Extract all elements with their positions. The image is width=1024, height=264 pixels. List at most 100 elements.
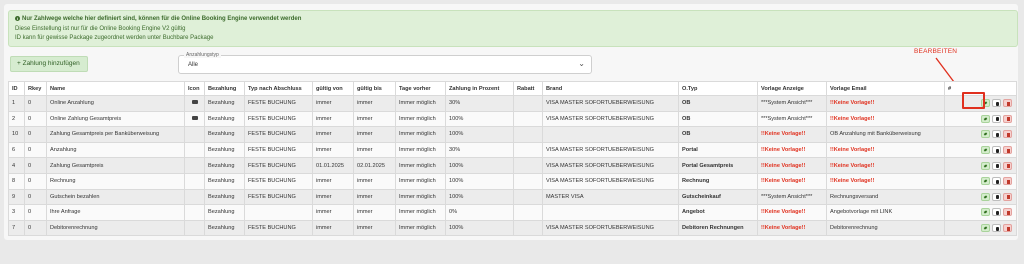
cell-otyp: OB: [678, 126, 758, 143]
edit-button[interactable]: [981, 130, 990, 139]
edit-button[interactable]: [981, 192, 990, 201]
cell-brand: VISA MASTER SOFORTUEBERWEISUNG: [542, 95, 679, 112]
copy-button[interactable]: [992, 192, 1001, 201]
column-header[interactable]: Name: [46, 81, 185, 96]
copy-button[interactable]: [992, 177, 1001, 186]
column-header[interactable]: Typ nach Abschluss: [244, 81, 313, 96]
copy-button[interactable]: [992, 99, 1001, 108]
edit-button[interactable]: [981, 208, 990, 217]
column-header[interactable]: Zahlung in Prozent: [445, 81, 514, 96]
cell-rabatt: [513, 204, 543, 221]
cell-bis: immer: [353, 188, 396, 206]
table-row[interactable]: 10 0 Zahlung Gesamtpreis per Banküberweisu…: [8, 126, 1017, 143]
table-header-row: ID Rkey Name Icon Bezahlung Typ nach Abschlus…: [8, 81, 1017, 96]
cell-bezahlung: Bezahlung: [204, 110, 245, 128]
cell-tage: Immer möglich: [395, 204, 446, 221]
cell-email: Rechnungsversand: [826, 188, 945, 206]
cell-rkey: 0: [24, 219, 47, 237]
table-row[interactable]: 9 0 Gutschein bezahlen Bezahlung FESTE BUCHU…: [8, 188, 1017, 206]
delete-button[interactable]: [1003, 146, 1012, 155]
column-header[interactable]: Icon: [184, 81, 205, 96]
table-row[interactable]: 6 0 Anzahlung Bezahlung FESTE BUCHUNG immer im…: [8, 141, 1017, 159]
copy-button[interactable]: [992, 208, 1001, 217]
edit-button[interactable]: [981, 146, 990, 155]
delete-button[interactable]: [1003, 177, 1012, 186]
annotation-label: BEARBEITEN: [914, 48, 958, 55]
column-header[interactable]: ID: [8, 81, 25, 96]
row-actions: [944, 110, 1017, 128]
cell-von: immer: [312, 141, 354, 159]
edit-button[interactable]: [981, 114, 990, 123]
column-header[interactable]: Tage vorher: [395, 81, 446, 96]
column-header[interactable]: gültig von: [312, 81, 354, 96]
cell-prozent: 30%: [445, 95, 514, 112]
column-header[interactable]: Bezahlung: [204, 81, 245, 96]
edit-button[interactable]: [981, 224, 990, 233]
table-row[interactable]: 7 0 Debitorenrechnung Bezahlung FESTE BUCHUN…: [8, 219, 1017, 237]
copy-button[interactable]: [992, 161, 1001, 170]
cell-email: !!Keine Vorlage!!: [826, 110, 945, 128]
column-header[interactable]: Rabatt: [513, 81, 543, 96]
cell-rabatt: [513, 172, 543, 190]
table-row[interactable]: 8 0 Rechnung Bezahlung FESTE BUCHUNG immer imm…: [8, 172, 1017, 190]
payment-type-select[interactable]: Anzahlungstyp Alle ⌄: [178, 52, 592, 74]
delete-button[interactable]: [1003, 224, 1012, 233]
cell-brand: [542, 204, 679, 221]
copy-button[interactable]: [992, 224, 1001, 233]
delete-button[interactable]: [1003, 161, 1012, 170]
cell-name: Ihre Anfrage: [46, 204, 185, 221]
cell-typ: FESTE BUCHUNG: [244, 110, 313, 128]
cell-rkey: 0: [24, 110, 47, 128]
cell-otyp: Rechnung: [678, 172, 758, 190]
delete-button[interactable]: [1003, 192, 1012, 201]
delete-button[interactable]: [1003, 130, 1012, 139]
delete-button[interactable]: [1003, 99, 1012, 108]
cell-prozent: 100%: [445, 219, 514, 237]
row-actions: [944, 157, 1017, 174]
edit-button[interactable]: [981, 161, 990, 170]
add-payment-button[interactable]: + Zahlung hinzufügen: [10, 56, 88, 72]
table-row[interactable]: 3 0 Ihre Anfrage Bezahlung immer immer Immer m…: [8, 204, 1017, 221]
chevron-down-icon: ⌄: [578, 59, 585, 68]
cell-bezahlung: Bezahlung: [204, 172, 245, 190]
payment-type-label: Anzahlungstyp: [184, 52, 221, 58]
copy-button[interactable]: [992, 114, 1001, 123]
cell-rabatt: [513, 110, 543, 128]
cell-rkey: 0: [24, 126, 47, 143]
copy-button[interactable]: [992, 130, 1001, 139]
table-row[interactable]: 1 0 Online Anzahlung Bezahlung FESTE BUCHUNG…: [8, 95, 1017, 112]
column-header[interactable]: Vorlage Anzeige: [757, 81, 827, 96]
cell-prozent: 100%: [445, 110, 514, 128]
cell-name: Anzahlung: [46, 141, 185, 159]
cell-email: Angebotvorlage mit LINK: [826, 204, 945, 221]
cell-rabatt: [513, 188, 543, 206]
row-actions: [944, 141, 1017, 159]
cell-prozent: 30%: [445, 141, 514, 159]
icon-cell: [184, 188, 205, 206]
icon-cell: [184, 157, 205, 174]
cell-name: Zahlung Gesamtpreis per Banküberweisung: [46, 126, 185, 143]
copy-button[interactable]: [992, 146, 1001, 155]
cell-bezahlung: Bezahlung: [204, 204, 245, 221]
column-header[interactable]: O.Typ: [678, 81, 758, 96]
column-header[interactable]: Rkey: [24, 81, 47, 96]
cell-otyp: Debitoren Rechnungen: [678, 219, 758, 237]
column-header[interactable]: gültig bis: [353, 81, 396, 96]
cell-prozent: 100%: [445, 157, 514, 174]
table-row[interactable]: 4 0 Zahlung Gesamtpreis Bezahlung FESTE BUCH…: [8, 157, 1017, 174]
cell-tage: Immer möglich: [395, 141, 446, 159]
icon-cell: [184, 204, 205, 221]
delete-button[interactable]: [1003, 208, 1012, 217]
column-header[interactable]: Brand: [542, 81, 679, 96]
cell-von: immer: [312, 172, 354, 190]
delete-button[interactable]: [1003, 114, 1012, 123]
edit-button[interactable]: [981, 177, 990, 186]
table-row[interactable]: 2 0 Online Zahlung Gesamtpreis Bezahlung FES…: [8, 110, 1017, 128]
cell-email: OB Anzahlung mit Banküberweisung: [826, 126, 945, 143]
cell-von: immer: [312, 188, 354, 206]
cell-typ: FESTE BUCHUNG: [244, 126, 313, 143]
cell-typ: [244, 204, 313, 221]
column-header[interactable]: Vorlage Email: [826, 81, 945, 96]
cell-bis: immer: [353, 95, 396, 112]
info-icon: i: [15, 15, 20, 21]
